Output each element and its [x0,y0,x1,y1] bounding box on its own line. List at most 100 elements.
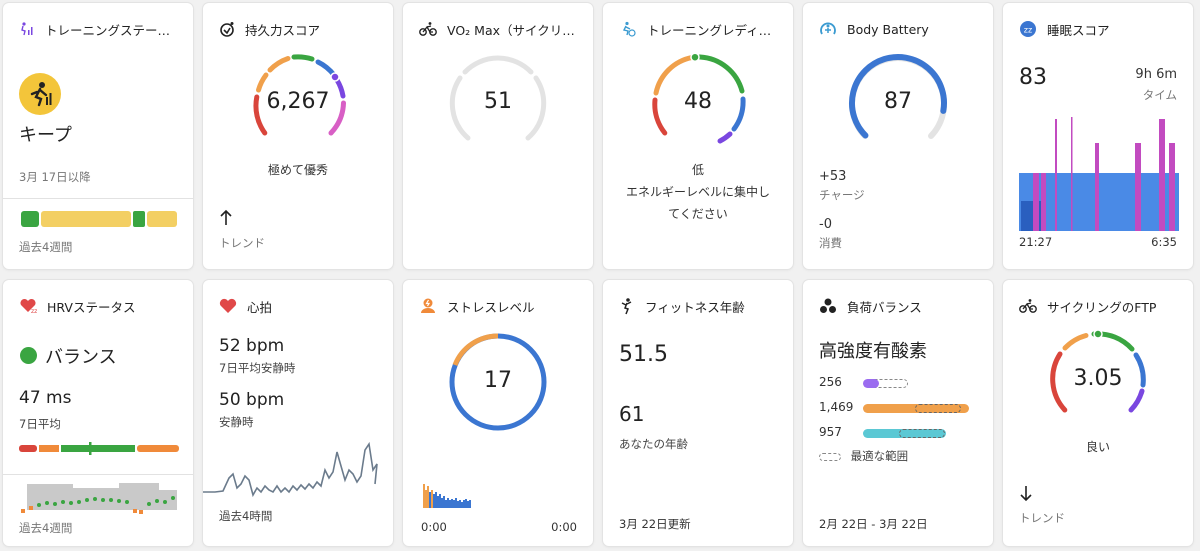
hrv-history-chart [21,483,177,514]
card-header: 心拍 [219,296,381,316]
arrow-up-icon [220,209,232,225]
card-title: 睡眠スコア [1047,22,1110,38]
runner-icon [30,82,52,107]
actual-age-value: 61 [619,402,645,426]
avg-resting-hr-label: 7日平均安静時 [219,361,296,375]
load-bar [863,379,879,388]
load-rows: 256 1,469 957 [819,375,979,450]
sleep-end-time: 6:35 [1151,235,1177,249]
card-title: サイクリングのFTP [1047,299,1157,315]
vo2max-card[interactable]: VO₂ Max（サイクリ… 51 [403,3,593,269]
card-header: トレーニングレディ… [619,19,781,39]
stress-icon [421,298,435,313]
date-range: 2月 22日 - 3月 22日 [819,517,928,531]
endurance-score-value: 6,267 [266,89,330,114]
status-history-bar [21,211,177,227]
card-header: 持久力スコア [219,19,381,39]
hrv-status-text: バランス [45,347,117,368]
charge-label: チャージ [819,188,865,202]
svg-text:zz: zz [31,308,37,314]
body-battery-card[interactable]: Body Battery 87 +53 チャージ -0 消費 [803,3,993,269]
stress-value: 17 [484,368,512,393]
card-header: zz 睡眠スコア [1019,19,1181,39]
card-header: VO₂ Max（サイクリ… [419,19,581,39]
load-value: 256 [819,375,842,389]
status-text: キープ [19,125,72,146]
sleep-duration-label: タイム [1142,88,1177,102]
load-row: 957 [819,425,979,450]
cycling-icon [419,22,437,36]
card-header: zz HRVステータス [19,296,181,316]
stress-end-time: 0:00 [551,520,577,534]
readiness-level: 低 [691,163,704,177]
legend-label: 最適な範囲 [850,449,909,463]
cycling-icon [1019,299,1037,313]
hrv-status-indicator [20,347,37,364]
card-title: ストレスレベル [447,299,535,315]
readiness-icon [622,21,636,37]
fitness-age-icon [621,298,632,315]
resting-hr: 50 bpm [219,390,285,410]
sleep-duration: 9h 6m [1135,67,1177,82]
sleep-icon: zz [1020,21,1036,37]
resting-hr-label: 安静時 [219,415,254,429]
load-value: 1,469 [819,400,854,414]
card-header: サイクリングのFTP [1019,296,1181,316]
load-focus-text: 高強度有酸素 [819,341,927,362]
card-header: ストレスレベル [419,296,581,316]
period-label: 過去4時間 [219,509,273,523]
legend: 最適な範囲 [819,448,908,464]
card-header: フィットネス年齢 [619,296,781,316]
hrv-range-bar [19,442,179,455]
heart-rate-chart [203,441,378,498]
cycling-ftp-card[interactable]: サイクリングのFTP 3.05 良い トレンド [1003,280,1193,546]
drain-value: -0 [819,217,832,232]
optimal-range-legend-icon [819,452,841,461]
card-title: トレーニングステー… [45,22,171,38]
training-status-icon [21,22,33,36]
fitness-age-card[interactable]: フィットネス年齢 51.5 61 あなたの年齢 3月 22日更新 [603,280,793,546]
load-balance-card[interactable]: 負荷バランス 高強度有酸素 256 1,469 957 最適な範囲 2月 22日… [803,280,993,546]
load-value: 957 [819,425,842,439]
readiness-message: エネルギーレベルに集中し [625,185,770,199]
heart-icon [219,298,237,313]
stress-level-card[interactable]: ストレスレベル 17 0:00 0:00 [403,280,593,546]
optimal-range [899,429,945,438]
stress-history-chart [423,484,471,508]
trend-label: トレンド [219,236,265,250]
fitness-age-value: 51.5 [619,342,668,367]
status-badge [19,73,61,115]
trend-label: トレンド [1019,511,1065,525]
stress-start-time: 0:00 [421,520,447,534]
card-title: フィットネス年齢 [645,299,745,315]
load-row: 256 [819,375,979,400]
hrv-value: 47 ms [19,388,72,408]
since-date: 3月 17日以降 [19,170,91,184]
training-readiness-card[interactable]: トレーニングレディ… 48 低 エネルギーレベルに集中し てください [603,3,793,269]
card-header: トレーニングステー… [19,19,181,39]
sleep-stages-chart [1019,117,1179,231]
card-header: 負荷バランス [819,296,981,316]
vo2max-value: 51 [484,89,512,114]
load-balance-icon [820,298,836,313]
hrv-heart-icon: zz [20,298,37,314]
endurance-icon [220,22,234,37]
optimal-range [915,404,961,413]
ftp-value: 3.05 [1073,366,1123,391]
card-title: Body Battery [847,21,929,37]
ftp-level: 良い [1085,440,1110,454]
load-row: 1,469 [819,400,979,425]
sleep-start-time: 21:27 [1019,235,1053,249]
sleep-score-card[interactable]: zz 睡眠スコア 83 9h 6m タイム 21:27 6:35 [1003,3,1193,269]
svg-text:zz: zz [1024,26,1032,35]
training-status-card[interactable]: トレーニングステー… キープ 3月 17日以降 過去4週間 [3,3,193,269]
hrv-value-label: 7日平均 [19,417,61,431]
period-label: 過去4週間 [19,240,73,254]
heart-rate-card[interactable]: 心拍 52 bpm 7日平均安静時 50 bpm 安静時 過去4時間 [203,280,393,546]
arrow-down-icon [1020,486,1032,502]
card-title: トレーニングレディ… [647,22,772,38]
avg-resting-hr: 52 bpm [219,336,285,356]
card-title: 持久力スコア [245,22,321,38]
hrv-status-card[interactable]: zz HRVステータス バランス 47 ms 7日平均 過去4週間 [3,280,193,546]
endurance-score-card[interactable]: 持久力スコア 6,267 極めて優秀 トレンド [203,3,393,269]
